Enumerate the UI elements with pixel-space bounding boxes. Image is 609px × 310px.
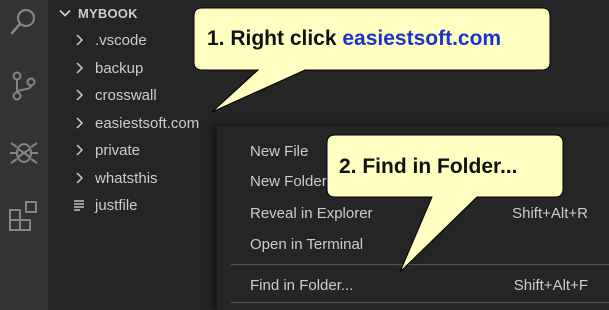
chevron-right-icon (76, 144, 84, 156)
tree-item-crosswall[interactable]: crosswall (72, 82, 157, 108)
section-title: MYBOOK (78, 5, 138, 21)
search-icon[interactable] (6, 4, 42, 40)
tree-item-backup[interactable]: backup (72, 55, 143, 81)
chevron-right-icon (76, 172, 84, 184)
tree-item-whatsthis[interactable]: whatsthis (72, 165, 158, 191)
tree-item-private[interactable]: private (72, 137, 140, 163)
tree-item-vscode[interactable]: .vscode (72, 27, 147, 53)
activity-bar (0, 0, 48, 310)
tree-item-label: whatsthis (95, 169, 158, 187)
chevron-right-icon (76, 89, 84, 101)
menu-item-label: New Folder... (250, 173, 339, 190)
menu-item-label: Open in Terminal (250, 236, 364, 253)
menu-separator (231, 264, 609, 265)
menu-item-new-folder[interactable]: New Folder... (217, 168, 609, 196)
tree-item-label: .vscode (95, 31, 147, 49)
chevron-down-icon (59, 9, 71, 17)
context-menu: New File New Folder... Reveal in Explore… (216, 126, 609, 310)
tree-item-justfile[interactable]: justfile (72, 192, 138, 218)
menu-item-new-file[interactable]: New File (217, 138, 609, 166)
tree-item-label: justfile (95, 196, 138, 214)
tree-item-label: private (95, 141, 141, 159)
menu-item-reveal-in-explorer[interactable]: Reveal in Explorer Shift+Alt+R (217, 200, 609, 228)
file-lines-icon (74, 200, 84, 211)
tree-item-easiestsoft[interactable]: easiestsoft.com (72, 110, 199, 136)
chevron-right-icon (76, 62, 84, 74)
tree-item-label: crosswall (95, 86, 157, 104)
menu-item-label: Find in Folder... (250, 277, 354, 294)
menu-item-find-in-folder[interactable]: Find in Folder... Shift+Alt+F (217, 272, 609, 300)
tree-item-label: backup (95, 59, 144, 77)
menu-item-label: New File (250, 143, 309, 160)
chevron-right-icon (76, 117, 84, 129)
extensions-icon[interactable] (6, 198, 42, 234)
source-control-icon[interactable] (6, 68, 42, 104)
menu-separator (231, 302, 609, 303)
menu-item-open-in-terminal[interactable]: Open in Terminal (217, 231, 609, 259)
menu-item-shortcut: Shift+Alt+F (513, 277, 588, 294)
explorer-section-header[interactable]: MYBOOK (58, 3, 138, 23)
chevron-right-icon (76, 34, 84, 46)
debug-icon[interactable] (6, 134, 42, 170)
menu-item-shortcut: Shift+Alt+R (512, 205, 588, 222)
tree-item-label: easiestsoft.com (95, 114, 200, 132)
menu-item-label: Reveal in Explorer (250, 205, 373, 222)
